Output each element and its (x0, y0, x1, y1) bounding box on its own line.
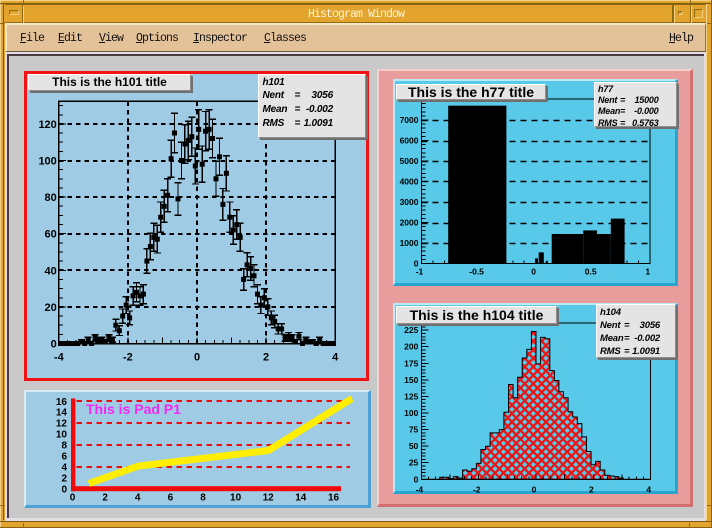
svg-text:-2: -2 (123, 352, 133, 364)
svg-text:2: 2 (61, 473, 67, 484)
svg-text:3000: 3000 (400, 197, 419, 207)
svg-text:0: 0 (61, 484, 67, 495)
svg-text:1: 1 (645, 267, 650, 277)
svg-text:5000: 5000 (400, 156, 419, 166)
svg-text:12: 12 (56, 419, 68, 430)
svg-text:14: 14 (295, 493, 307, 504)
svg-text:2000: 2000 (400, 218, 419, 228)
svg-text:10: 10 (56, 430, 68, 441)
svg-text:4000: 4000 (400, 177, 419, 187)
svg-text:20: 20 (45, 302, 57, 314)
svg-text:80: 80 (45, 192, 57, 204)
svg-text:4: 4 (332, 352, 339, 364)
svg-text:0: 0 (51, 339, 57, 351)
svg-text:175: 175 (404, 358, 418, 368)
svg-text:25: 25 (409, 458, 419, 468)
svg-text:16: 16 (328, 493, 340, 504)
svg-text:-2: -2 (473, 484, 481, 494)
svg-text:4: 4 (61, 462, 67, 473)
svg-text:-4: -4 (54, 352, 65, 364)
svg-text:125: 125 (404, 391, 418, 401)
svg-text:4: 4 (135, 493, 141, 504)
svg-text:8: 8 (200, 493, 206, 504)
svg-text:1000: 1000 (400, 238, 419, 248)
svg-text:40: 40 (45, 265, 57, 277)
svg-text:0: 0 (532, 484, 537, 494)
svg-text:2: 2 (102, 493, 108, 504)
svg-text:12: 12 (263, 493, 275, 504)
svg-text:14: 14 (56, 408, 68, 419)
svg-text:0: 0 (531, 267, 536, 277)
svg-text:16: 16 (56, 397, 68, 408)
svg-text:2: 2 (263, 352, 269, 364)
svg-text:0: 0 (194, 352, 200, 364)
svg-text:120: 120 (38, 119, 56, 131)
svg-text:0.5: 0.5 (585, 267, 597, 277)
svg-text:-4: -4 (416, 484, 424, 494)
svg-text:60: 60 (45, 229, 57, 241)
svg-text:225: 225 (404, 325, 418, 335)
svg-text:6: 6 (61, 452, 67, 463)
svg-text:7000: 7000 (400, 115, 419, 125)
svg-text:8: 8 (61, 441, 67, 452)
svg-text:This is Pad P1: This is Pad P1 (86, 401, 181, 417)
svg-text:2: 2 (589, 484, 594, 494)
svg-text:0: 0 (70, 493, 76, 504)
svg-text:4: 4 (646, 484, 651, 494)
svg-text:6: 6 (168, 493, 174, 504)
svg-text:-1: -1 (416, 267, 424, 277)
svg-text:6000: 6000 (400, 136, 419, 146)
svg-text:100: 100 (404, 408, 418, 418)
svg-text:75: 75 (409, 425, 419, 435)
svg-text:100: 100 (38, 156, 56, 168)
svg-text:10: 10 (230, 493, 242, 504)
svg-text:150: 150 (404, 375, 418, 385)
svg-text:50: 50 (409, 441, 419, 451)
svg-text:-0.5: -0.5 (469, 267, 484, 277)
svg-text:200: 200 (404, 342, 418, 352)
svg-text:0: 0 (414, 474, 419, 484)
